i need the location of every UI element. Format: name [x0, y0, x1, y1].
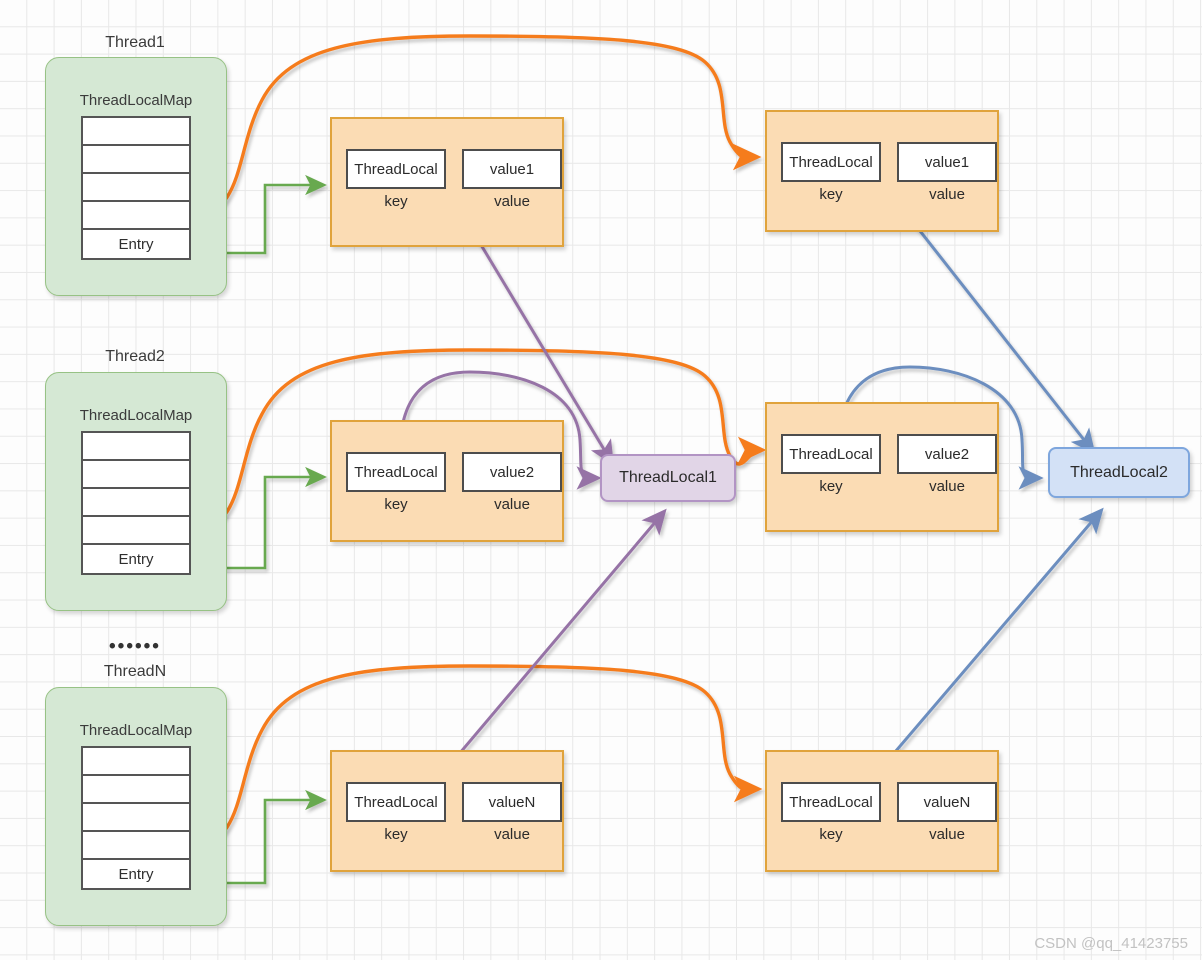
map-title-2: ThreadLocalMap — [79, 407, 193, 424]
map-row — [83, 118, 189, 146]
edge-leftn-key-to-threadlocal1 — [430, 508, 667, 787]
entry-key-slot: ThreadLocal — [346, 452, 446, 492]
entry-slots: ThreadLocal value1 — [781, 142, 997, 182]
map-row — [83, 517, 189, 545]
thread-dots-n: •••••• — [109, 636, 161, 657]
thread-group-n[interactable]: ThreadLocalMap Entry — [45, 687, 227, 926]
map-row — [83, 174, 189, 202]
map-table-n: Entry — [81, 746, 191, 890]
entry-slots: ThreadLocal value2 — [781, 434, 997, 474]
node-threadlocal2[interactable]: ThreadLocal2 — [1048, 447, 1190, 498]
entry-box-left-n[interactable]: ThreadLocal valueN key value — [330, 750, 564, 872]
entry-key-slot: ThreadLocal — [346, 149, 446, 189]
entry-slots: ThreadLocal valueN — [346, 782, 562, 822]
map-table-2: Entry — [81, 431, 191, 575]
map-row-entry: Entry — [83, 545, 189, 573]
thread-group-2[interactable]: ThreadLocalMap Entry — [45, 372, 227, 611]
entry-key-slot: ThreadLocal — [781, 142, 881, 182]
entry-key-caption: key — [384, 496, 408, 513]
map-row-entry: Entry — [83, 860, 189, 888]
entry-value-slot: valueN — [897, 782, 997, 822]
edge-rightn-key-to-threadlocal2 — [864, 507, 1104, 787]
map-row — [83, 461, 189, 489]
entry-value-caption: value — [494, 496, 530, 513]
entry-box-left-2[interactable]: ThreadLocal value2 key value — [330, 420, 564, 542]
entry-value-slot: value2 — [462, 452, 562, 492]
map-row-entry: Entry — [83, 230, 189, 258]
thread-label-2: Thread2 — [105, 348, 165, 365]
entry-value-caption: value — [494, 826, 530, 843]
diagram-canvas: Thread1 ThreadLocalMap Entry Thread2 Thr… — [0, 0, 1202, 960]
thread-label-1: Thread1 — [105, 34, 165, 51]
entry-value-slot: value1 — [897, 142, 997, 182]
map-row — [83, 489, 189, 517]
map-title-1: ThreadLocalMap — [79, 92, 193, 109]
entry-key-slot: ThreadLocal — [781, 434, 881, 474]
entry-box-right-2[interactable]: ThreadLocal value2 key value — [765, 402, 999, 532]
entry-key-caption: key — [819, 186, 843, 203]
entry-value-slot: valueN — [462, 782, 562, 822]
entry-key-caption: key — [384, 826, 408, 843]
watermark: CSDN @qq_41423755 — [1034, 935, 1188, 952]
map-title-n: ThreadLocalMap — [79, 722, 193, 739]
node-threadlocal2-label: ThreadLocal2 — [1070, 463, 1168, 481]
map-row — [83, 804, 189, 832]
map-row — [83, 832, 189, 860]
entry-key-slot: ThreadLocal — [346, 782, 446, 822]
entry-key-slot: ThreadLocal — [781, 782, 881, 822]
entry-key-caption: key — [819, 478, 843, 495]
map-row — [83, 776, 189, 804]
map-table-1: Entry — [81, 116, 191, 260]
entry-value-caption: value — [929, 478, 965, 495]
entry-box-right-n[interactable]: ThreadLocal valueN key value — [765, 750, 999, 872]
map-row — [83, 202, 189, 230]
map-row — [83, 146, 189, 174]
entry-slots: ThreadLocal valueN — [781, 782, 997, 822]
entry-key-caption: key — [819, 826, 843, 843]
entry-box-right-1[interactable]: ThreadLocal value1 key value — [765, 110, 999, 232]
map-row — [83, 748, 189, 776]
entry-value-caption: value — [929, 826, 965, 843]
entry-box-left-1[interactable]: ThreadLocal value1 key value — [330, 117, 564, 247]
entry-value-slot: value1 — [462, 149, 562, 189]
node-threadlocal1-label: ThreadLocal1 — [619, 469, 717, 486]
thread-group-1[interactable]: ThreadLocalMap Entry — [45, 57, 227, 296]
entry-slots: ThreadLocal value1 — [346, 149, 562, 189]
entry-slots: ThreadLocal value2 — [346, 452, 562, 492]
entry-value-caption: value — [494, 193, 530, 210]
entry-key-caption: key — [384, 193, 408, 210]
entry-value-slot: value2 — [897, 434, 997, 474]
node-threadlocal1[interactable]: ThreadLocal1 — [600, 454, 736, 502]
map-row — [83, 433, 189, 461]
entry-value-caption: value — [929, 186, 965, 203]
thread-label-n: ThreadN — [103, 663, 167, 680]
